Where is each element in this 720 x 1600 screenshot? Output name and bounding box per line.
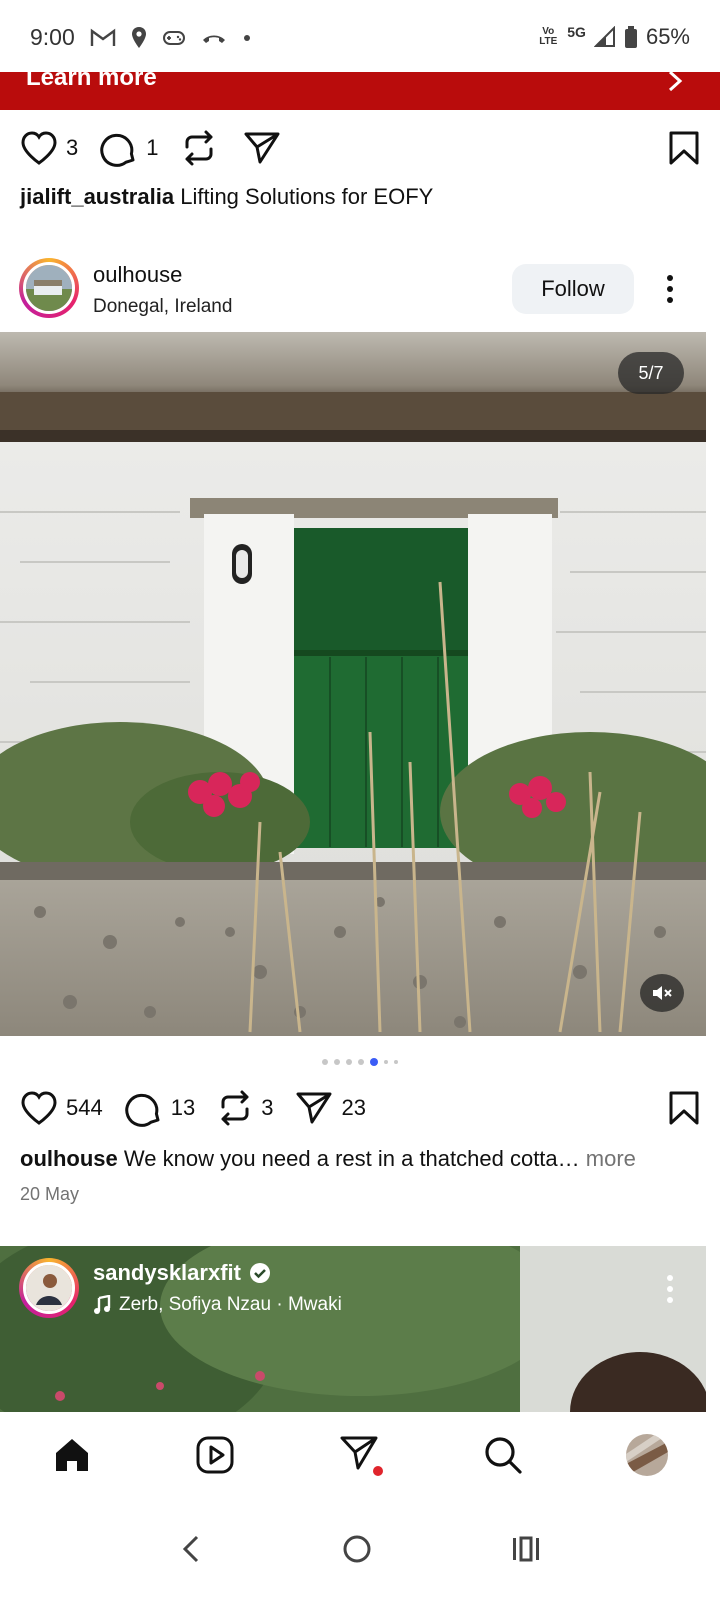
comment-icon [100,133,135,167]
post1-like-button[interactable]: 3 [20,130,78,166]
post2-caption: oulhouse We know you need a rest in a th… [20,1146,636,1172]
caption-more-link[interactable]: more [586,1146,636,1171]
comment-icon [125,1093,160,1127]
verified-badge-icon [249,1263,270,1283]
post2-like-count: 544 [66,1095,103,1120]
gmail-icon [90,28,116,46]
speaker-mute-icon [653,986,672,1000]
recents-icon[interactable] [511,1536,541,1562]
messages-button[interactable] [339,1433,383,1478]
volte-label: Vo LTE [539,26,558,47]
post2-media-carousel[interactable] [0,332,706,1036]
home-icon[interactable] [52,1435,92,1475]
post3-username-row: sandysklarxfit [93,1260,271,1286]
battery-icon [624,26,637,48]
status-right: Vo LTE 5G 65% [537,24,690,50]
post2-date: 20 May [20,1184,80,1204]
carousel-dot [394,1060,398,1064]
gamepad-icon [163,31,185,45]
notification-dot [372,1465,383,1476]
status-time: 9:00 [30,24,75,50]
network-type: 5G [567,24,586,40]
carousel-dots [322,1058,398,1066]
reels-icon[interactable] [195,1435,235,1475]
mute-button[interactable] [640,974,684,1012]
battery-percent: 65% [645,24,690,49]
bottom-navigation [0,1412,720,1498]
post1-repost-button[interactable] [181,129,217,167]
post2-action-bar: 544 13 3 23 [20,1086,700,1130]
post2-caption-username[interactable]: oulhouse [20,1146,118,1171]
carousel-dot [384,1060,388,1064]
search-icon[interactable] [483,1435,523,1475]
carousel-dot-active [370,1058,378,1066]
repost-icon [185,130,212,166]
post1-comment-button[interactable]: 1 [100,129,159,167]
home-circle-icon[interactable] [342,1534,372,1564]
status-bar: 9:00 Vo LTE 5G 65% [0,0,720,72]
ad-learn-more-banner[interactable]: Learn more [0,72,720,110]
post2-save-bookmark-icon[interactable] [668,1090,700,1126]
carousel-dot [346,1059,352,1065]
system-navigation-bar [0,1498,720,1600]
send-icon [244,132,279,164]
post2-avatar-image [23,262,75,314]
carousel-dot [358,1059,364,1065]
profile-avatar[interactable] [626,1434,669,1476]
post1-action-bar: 3 1 [20,126,700,170]
carousel-counter: 5/7 [618,352,684,394]
post2-repost-count: 3 [261,1095,274,1120]
post3-more-options-icon[interactable] [664,1274,676,1304]
music-note-icon [94,1295,111,1314]
location-icon [132,27,146,48]
post1-like-count: 3 [66,135,79,160]
cottage-photo [0,332,706,1036]
post2-avatar[interactable] [19,258,79,318]
more-notifications-dot-icon [244,35,250,41]
post1-caption-text: Lifting Solutions for EOFY [180,184,434,209]
post3-audio-label: Zerb, Sofiya Nzau · Mwaki [119,1294,342,1315]
post1-save-bookmark-icon[interactable] [668,130,700,166]
repost-icon [221,1090,249,1126]
signal-icon [593,26,615,47]
post2-share-button[interactable]: 23 [295,1090,366,1126]
post2-repost-button[interactable]: 3 [217,1089,273,1127]
learn-more-label: Learn more [26,72,157,91]
messages-icon [340,1436,378,1469]
post1-caption-username[interactable]: jialift_australia [20,184,174,209]
back-icon[interactable] [179,1534,203,1564]
post2-more-options-icon[interactable] [664,274,676,304]
missed-call-icon [203,35,225,43]
chevron-right-icon [668,72,683,92]
post1-comment-count: 1 [146,135,159,160]
post2-username[interactable]: oulhouse [93,262,182,288]
post2-like-button[interactable]: 544 [20,1090,103,1126]
post3-audio-row[interactable]: Zerb, Sofiya Nzau · Mwaki [93,1294,342,1316]
post3-avatar-image [23,1262,75,1314]
heart-icon [21,131,57,165]
post1-caption: jialift_australia Lifting Solutions for … [20,184,433,210]
follow-button[interactable]: Follow [512,264,634,314]
status-notification-icons [90,26,252,50]
heart-icon [21,1091,57,1125]
carousel-dot [322,1059,328,1065]
post3-username[interactable]: sandysklarxfit [93,1260,241,1286]
post2-location[interactable]: Donegal, Ireland [93,296,232,318]
post2-caption-text: We know you need a rest in a thatched co… [123,1146,580,1171]
post2-comment-button[interactable]: 13 [125,1089,195,1127]
post1-share-button[interactable] [243,130,281,166]
carousel-dot [334,1059,340,1065]
post3-avatar[interactable] [19,1258,79,1318]
send-icon [296,1092,332,1124]
post2-share-count: 23 [341,1095,366,1120]
post2-comment-count: 13 [170,1095,196,1120]
